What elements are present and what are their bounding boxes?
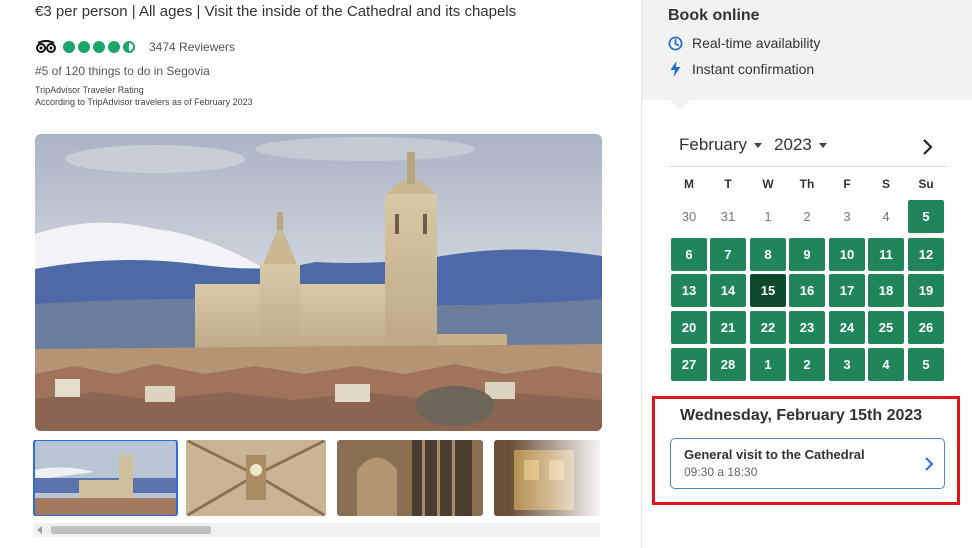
calendar-day-available[interactable]: 13	[671, 274, 707, 307]
lightning-icon	[670, 61, 681, 77]
calendar-day-available[interactable]: 11	[868, 238, 904, 271]
calendar-day-available[interactable]: 27	[671, 348, 707, 381]
year-select[interactable]: 2023	[774, 135, 812, 155]
clock-icon	[668, 36, 683, 50]
calendar-divider	[669, 166, 947, 167]
calendar-header: February 2023	[679, 135, 839, 155]
book-online-title: Book online	[668, 7, 760, 24]
calendar-day-available[interactable]: 1	[750, 348, 786, 381]
thumbnail-cathedral-nave[interactable]	[186, 440, 326, 516]
feature-realtime-label: Real-time availability	[692, 35, 821, 51]
rating-bubble-full	[78, 41, 90, 53]
tripadvisor-owl-icon	[35, 40, 57, 54]
rating-bubble-full	[63, 41, 75, 53]
feature-realtime: Real-time availability	[668, 35, 820, 51]
scrollbar-thumb[interactable]	[51, 526, 211, 534]
thumbnail-cathedral-chapel[interactable]	[337, 440, 483, 516]
chevron-right-icon[interactable]	[924, 456, 934, 472]
weekday-label: F	[843, 177, 851, 191]
calendar-day-available[interactable]: 25	[868, 311, 904, 344]
gallery-scrollbar[interactable]	[33, 523, 600, 537]
book-online-box: Book online Real-time availability Insta…	[642, 0, 972, 110]
session-name: General visit to the Cathedral	[684, 447, 865, 462]
ranking-text: #5 of 120 things to do in Segovia	[35, 64, 210, 78]
main-photo-cathedral[interactable]	[35, 134, 602, 431]
calendar-day-unavailable: 2	[803, 209, 811, 224]
calendar-day-unavailable: 1	[764, 209, 772, 224]
calendar-day-available[interactable]: 5	[908, 348, 944, 381]
calendar-day-available[interactable]: 16	[789, 274, 825, 307]
calendar-day-available[interactable]: 4	[868, 348, 904, 381]
booking-panel: Book online Real-time availability Insta…	[641, 0, 972, 548]
rating-note: According to TripAdvisor travelers as of…	[35, 97, 253, 107]
weekday-label: Th	[799, 177, 815, 191]
calendar-day-available[interactable]: 10	[829, 238, 865, 271]
photo-thumbnail-strip	[33, 440, 600, 516]
product-headline: €3 per person | All ages | Visit the ins…	[35, 3, 517, 20]
calendar-day-available[interactable]: 28	[710, 348, 746, 381]
session-time: 09:30 a 18:30	[684, 465, 758, 479]
calendar-day-unavailable: 4	[882, 209, 890, 224]
calendar-day-available[interactable]: 6	[671, 238, 707, 271]
weekday-label: Su	[918, 177, 934, 191]
reviewers-count[interactable]: 3474 Reviewers	[149, 40, 235, 54]
weekday-label: T	[724, 177, 732, 191]
weekday-label: M	[684, 177, 694, 191]
month-caret-icon[interactable]	[754, 142, 763, 148]
next-month-chevron-icon[interactable]	[920, 138, 934, 156]
calendar-day-available[interactable]: 7	[710, 238, 746, 271]
calendar-day-available[interactable]: 22	[750, 311, 786, 344]
session-option-card[interactable]: General visit to the Cathedral 09:30 a 1…	[670, 438, 945, 489]
calendar-day-available[interactable]: 26	[908, 311, 944, 344]
calendar-day-available[interactable]: 14	[710, 274, 746, 307]
rating-row: 3474 Reviewers	[35, 38, 235, 56]
month-select[interactable]: February	[679, 135, 747, 155]
rating-label: TripAdvisor Traveler Rating	[35, 85, 144, 95]
scroll-left-arrow-icon[interactable]	[37, 526, 42, 534]
calendar-day-available[interactable]: 18	[868, 274, 904, 307]
calendar-day-available[interactable]: 9	[789, 238, 825, 271]
calendar-day-unavailable: 31	[720, 209, 736, 224]
calendar-day-available[interactable]: 23	[789, 311, 825, 344]
weekday-label: S	[881, 177, 890, 191]
calendar-day-available[interactable]: 17	[829, 274, 865, 307]
calendar-day-available[interactable]: 21	[710, 311, 746, 344]
calendar-day-available[interactable]: 24	[829, 311, 865, 344]
feature-instant: Instant confirmation	[668, 61, 814, 77]
year-caret-icon[interactable]	[818, 142, 827, 148]
rating-bubbles	[63, 41, 135, 53]
calendar-day-selected[interactable]: 15	[750, 274, 786, 307]
calendar-day-available[interactable]: 20	[671, 311, 707, 344]
selected-date: Wednesday, February 15th 2023	[680, 407, 923, 424]
calendar-day-unavailable: 3	[843, 209, 851, 224]
calendar-day-available[interactable]: 8	[750, 238, 786, 271]
feature-instant-label: Instant confirmation	[692, 61, 815, 77]
calendar-day-available[interactable]: 12	[908, 238, 944, 271]
weekday-label: W	[762, 177, 774, 191]
thumbnail-cathedral-altar[interactable]	[494, 440, 600, 516]
calendar-day-available[interactable]: 19	[908, 274, 944, 307]
product-panel: €3 per person | All ages | Visit the ins…	[0, 0, 640, 548]
calendar-day-available[interactable]: 5	[908, 200, 944, 233]
calendar-day-available[interactable]: 3	[829, 348, 865, 381]
rating-bubble-full	[108, 41, 120, 53]
calendar-day-unavailable: 30	[681, 209, 697, 224]
rating-bubble-half	[123, 41, 135, 53]
rating-bubble-full	[93, 41, 105, 53]
calendar-day-available[interactable]: 2	[789, 348, 825, 381]
thumbnail-cathedral-exterior[interactable]	[33, 440, 178, 516]
